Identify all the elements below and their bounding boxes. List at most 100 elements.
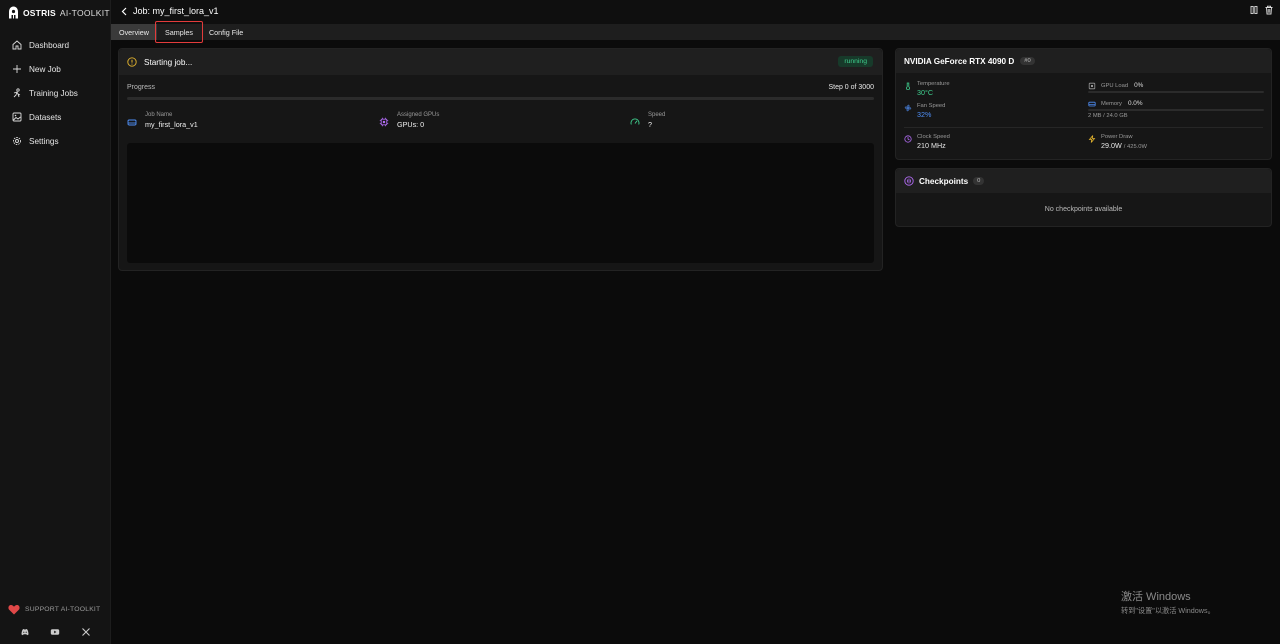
discord-icon[interactable]	[20, 627, 30, 637]
sidebar-item-label: Dashboard	[29, 40, 70, 50]
assigned-gpus-label: Assigned GPUs	[397, 112, 440, 118]
job-log-output[interactable]	[127, 143, 874, 263]
power-draw-metric: Power Draw 29.0W / 425.0W	[1088, 134, 1147, 150]
memory-bar	[1088, 109, 1264, 111]
watermark-line-1: 激活 Windows	[1121, 591, 1191, 603]
back-button[interactable]: Job: my_first_lora_v1	[121, 6, 219, 16]
job-status-header: Starting job...	[119, 49, 882, 75]
gpu-header: NVIDIA GeForce RTX 4090 D #0	[896, 49, 1271, 73]
checkpoints-title: Checkpoints	[919, 176, 969, 186]
brand-name: OSTRIS	[23, 7, 56, 18]
temperature-value: 30°C	[917, 88, 934, 97]
sidebar-item-label: Settings	[29, 136, 59, 146]
gauge-icon	[630, 118, 640, 125]
cpu-chip-icon	[379, 117, 389, 127]
gpu-load-value: 0%	[1134, 82, 1144, 89]
lightning-icon	[1088, 135, 1096, 143]
progress-step-text: Step 0 of 3000	[828, 84, 874, 91]
power-limit: / 425.0W	[1123, 144, 1147, 150]
fan-speed-label: Fan Speed	[917, 103, 946, 109]
sidebar-item-training-jobs[interactable]: Training Jobs	[0, 81, 111, 105]
clock-speed-label: Clock Speed	[917, 134, 950, 140]
brand-subtitle: AI-TOOLKIT	[59, 7, 110, 18]
support-label: SUPPORT AI-TOOLKIT	[25, 606, 101, 613]
checkpoints-card: Checkpoints 0 No checkpoints available	[895, 168, 1272, 227]
sidebar-item-settings[interactable]: Settings	[0, 129, 111, 153]
memory-value: 0.0%	[1127, 100, 1143, 107]
thermometer-icon	[906, 82, 910, 90]
gpu-index-badge: #0	[1020, 57, 1035, 65]
watermark-line-2: 转到"设置"以激活 Windows。	[1121, 606, 1215, 615]
job-actions	[1249, 5, 1274, 15]
top-bar: Job: my_first_lora_v1	[111, 0, 1280, 24]
ostris-logo-icon	[9, 6, 18, 19]
assigned-gpus-info: Assigned GPUs GPUs: 0	[379, 112, 439, 129]
checkpoints-count-badge: 0	[973, 177, 985, 185]
job-status-card: Starting job... running Progress Step 0 …	[118, 48, 883, 271]
gear-icon	[13, 137, 21, 145]
clock-speed-value: 210 MHz	[917, 141, 946, 150]
fan-speed-value: 32%	[917, 110, 932, 119]
fan-speed-metric: Fan Speed 32%	[904, 103, 945, 119]
gpu-name: NVIDIA GeForce RTX 4090 D	[904, 56, 1015, 66]
page-title: Job: my_first_lora_v1	[133, 6, 219, 16]
drive-icon	[127, 119, 137, 126]
memory-label: Memory	[1101, 100, 1122, 107]
memory-icon	[1088, 101, 1096, 107]
sidebar-item-label: Training Jobs	[29, 88, 78, 98]
sidebar-item-label: New Job	[29, 64, 61, 74]
images-icon	[12, 112, 22, 122]
checkpoints-header: Checkpoints 0	[896, 169, 1271, 193]
job-name-value: my_first_lora_v1	[145, 120, 198, 129]
job-tabs: Overview Samples Config File	[111, 21, 1280, 43]
social-links	[0, 627, 111, 637]
trash-icon[interactable]	[1264, 5, 1274, 15]
support-link[interactable]: SUPPORT AI-TOOLKIT	[8, 604, 100, 615]
progress-bar	[127, 97, 874, 100]
sidebar-item-dashboard[interactable]: Dashboard	[0, 33, 111, 57]
memory-metric: Memory 0.0%	[1088, 99, 1143, 108]
temperature-metric: Temperature 30°C	[904, 81, 950, 97]
sidebar: OSTRIS AI-TOOLKIT Dashboard New Job Trai…	[0, 0, 111, 644]
speed-value: ?	[648, 120, 652, 129]
temperature-label: Temperature	[917, 81, 950, 87]
clock-speed-metric: Clock Speed 210 MHz	[904, 134, 950, 150]
job-name-info: Job Name my_first_lora_v1	[127, 112, 198, 129]
sidebar-item-new-job[interactable]: New Job	[0, 57, 111, 81]
app-logo[interactable]: OSTRIS AI-TOOLKIT	[8, 6, 110, 19]
sidebar-item-label: Datasets	[29, 112, 62, 122]
pause-icon[interactable]	[1249, 5, 1259, 15]
checkpoints-empty-text: No checkpoints available	[1044, 206, 1123, 213]
sidebar-item-datasets[interactable]: Datasets	[0, 105, 111, 129]
gpu-stats-card: NVIDIA GeForce RTX 4090 D #0 Temperature…	[895, 48, 1272, 160]
fan-icon	[904, 104, 912, 112]
windows-activation-watermark: 激活 Windows 转到"设置"以激活 Windows。	[1121, 588, 1215, 616]
status-badge: running	[838, 56, 873, 67]
training-icon	[13, 88, 21, 98]
youtube-icon[interactable]	[50, 627, 60, 637]
gpu-chip-icon	[1088, 82, 1096, 90]
gpu-load-label: GPU Load	[1101, 82, 1129, 89]
gpu-divider	[904, 127, 1263, 128]
speed-label: Speed	[648, 112, 666, 118]
tab-config-file[interactable]: Config File	[201, 24, 251, 40]
speed-info: Speed ?	[630, 112, 665, 129]
tab-samples[interactable]: Samples	[154, 21, 203, 43]
assigned-gpus-value: GPUs: 0	[397, 120, 425, 129]
gpu-load-bar	[1088, 91, 1264, 93]
home-icon	[12, 40, 22, 50]
plus-icon	[13, 65, 21, 73]
info-icon	[127, 57, 137, 67]
memory-detail: 2 MB / 24.0 GB	[1088, 113, 1128, 119]
gpu-load-metric: GPU Load 0%	[1088, 81, 1143, 90]
clock-icon	[904, 135, 912, 143]
tab-overview[interactable]: Overview	[111, 24, 157, 40]
checkpoint-icon	[904, 176, 914, 186]
power-draw-label: Power Draw	[1101, 134, 1133, 140]
job-info-row: Job Name my_first_lora_v1 Assigned GPUs …	[127, 112, 874, 132]
power-draw-value: 29.0W	[1101, 141, 1122, 150]
x-icon[interactable]	[81, 627, 91, 637]
heart-icon	[8, 605, 20, 615]
progress-label: Progress	[127, 84, 156, 91]
progress-row: Progress Step 0 of 3000	[127, 84, 874, 91]
